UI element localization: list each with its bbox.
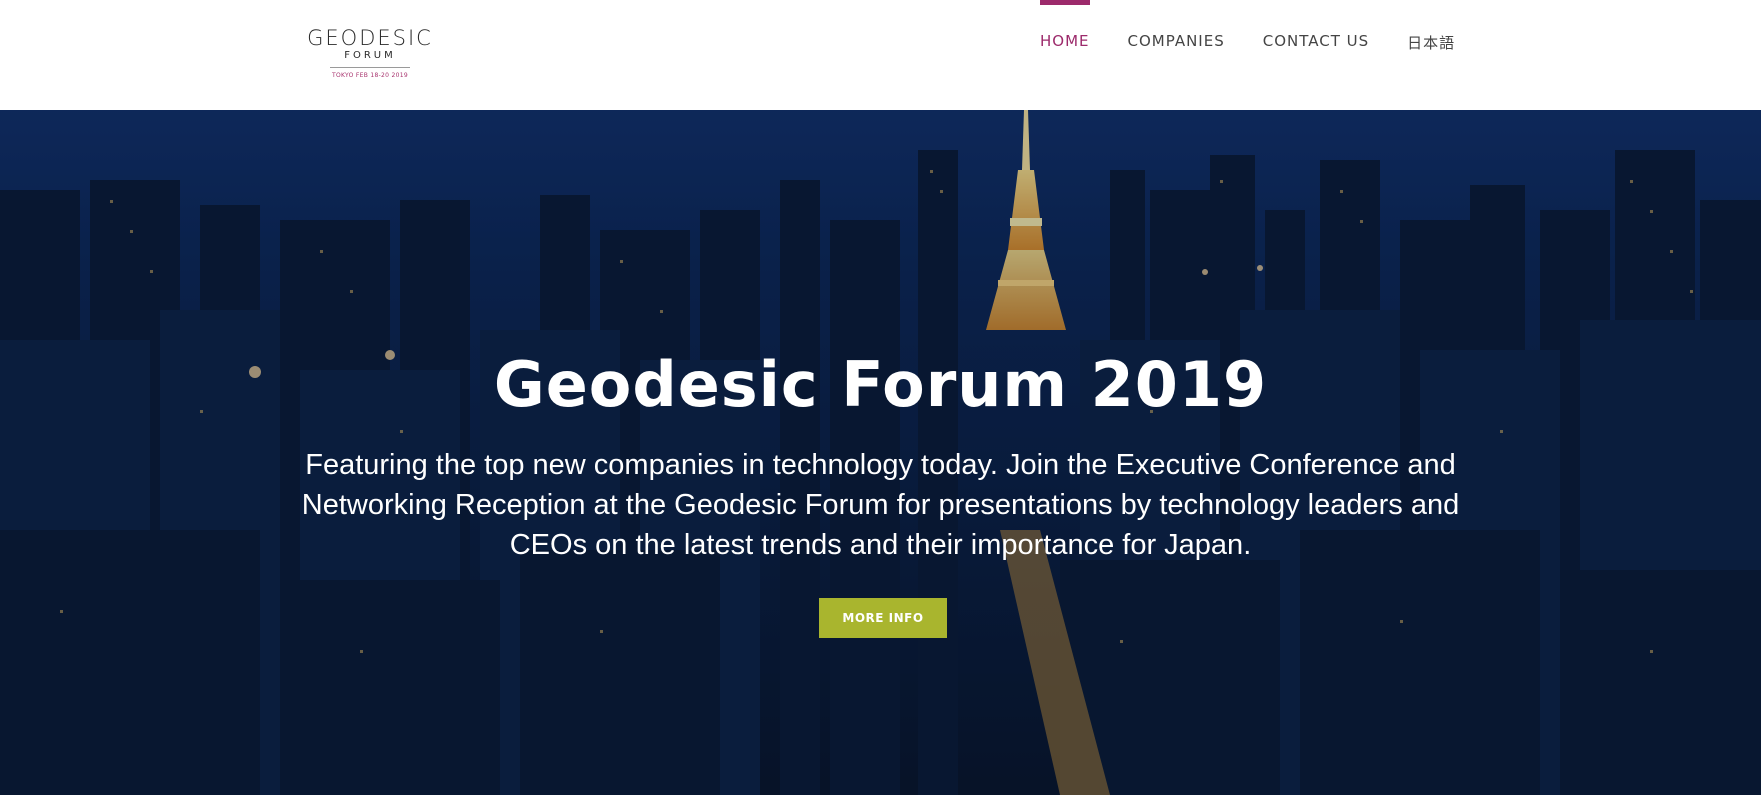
logo-divider	[330, 67, 410, 68]
hero-title: Geodesic Forum 2019	[493, 348, 1268, 421]
logo-wordmark: GEODESIC	[307, 26, 433, 50]
hero-section: Geodesic Forum 2019 Featuring the top ne…	[0, 110, 1761, 795]
logo-subtitle: FORUM	[344, 50, 396, 61]
main-nav: HOME COMPANIES CONTACT US 日本語	[1020, 0, 1473, 110]
hero-description: Featuring the top new companies in techn…	[301, 449, 1460, 561]
more-info-button[interactable]: MORE INFO	[819, 598, 947, 638]
site-header: GEODESIC FORUM TOKYO FEB 18-20 2019 HOME…	[0, 0, 1761, 110]
nav-contact-us[interactable]: CONTACT US	[1263, 0, 1369, 50]
nav-japanese[interactable]: 日本語	[1407, 0, 1455, 53]
nav-home[interactable]: HOME	[1040, 0, 1090, 50]
nav-companies[interactable]: COMPANIES	[1128, 0, 1225, 50]
logo-date: TOKYO FEB 18-20 2019	[332, 72, 408, 79]
logo[interactable]: GEODESIC FORUM TOKYO FEB 18-20 2019	[300, 26, 440, 86]
